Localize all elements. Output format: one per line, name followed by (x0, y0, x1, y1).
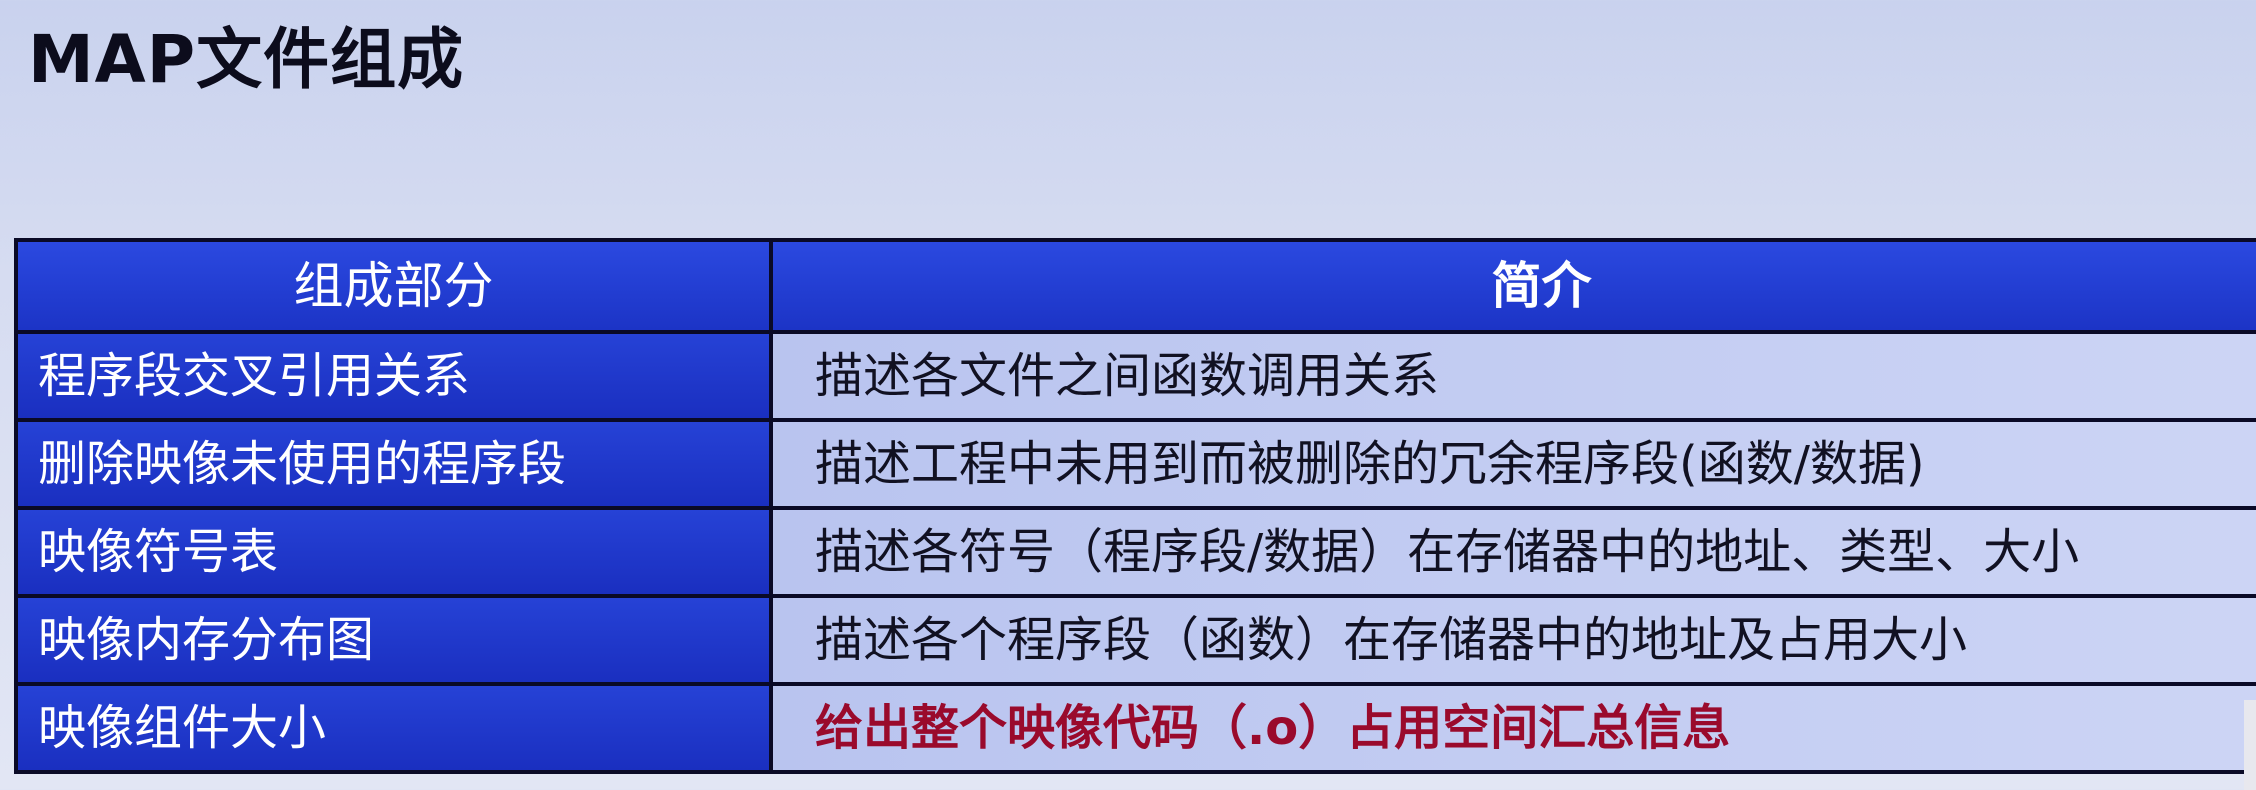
map-components-table: 组成部分 简介 程序段交叉引用关系 描述各文件之间函数调用关系 删除映像未使用的… (14, 238, 2256, 774)
description-cell: 描述各个程序段（函数）在存储器中的地址及占用大小 (769, 594, 2256, 686)
component-cell: 删除映像未使用的程序段 (14, 418, 773, 510)
description-cell: 描述工程中未用到而被删除的冗余程序段(函数/数据) (769, 418, 2256, 510)
edge-glare (2244, 700, 2256, 790)
header-description: 简介 (769, 238, 2256, 334)
component-cell: 映像组件大小 (14, 682, 773, 774)
component-cell: 程序段交叉引用关系 (14, 330, 773, 422)
table-row: 删除映像未使用的程序段 描述工程中未用到而被删除的冗余程序段(函数/数据) (14, 418, 2256, 510)
table-row: 映像内存分布图 描述各个程序段（函数）在存储器中的地址及占用大小 (14, 594, 2256, 686)
slide-title: MAP文件组成 (28, 21, 465, 98)
table-header-row: 组成部分 简介 (14, 238, 2256, 334)
description-cell-highlighted: 给出整个映像代码（.o）占用空间汇总信息 (769, 682, 2256, 774)
description-cell: 描述各文件之间函数调用关系 (769, 330, 2256, 422)
description-cell: 描述各符号（程序段/数据）在存储器中的地址、类型、大小 (769, 506, 2256, 598)
component-cell: 映像符号表 (14, 506, 773, 598)
header-component: 组成部分 (14, 238, 773, 334)
table-row: 映像组件大小 给出整个映像代码（.o）占用空间汇总信息 (14, 682, 2256, 774)
component-cell: 映像内存分布图 (14, 594, 773, 686)
table-row: 映像符号表 描述各符号（程序段/数据）在存储器中的地址、类型、大小 (14, 506, 2256, 598)
table-row: 程序段交叉引用关系 描述各文件之间函数调用关系 (14, 330, 2256, 422)
